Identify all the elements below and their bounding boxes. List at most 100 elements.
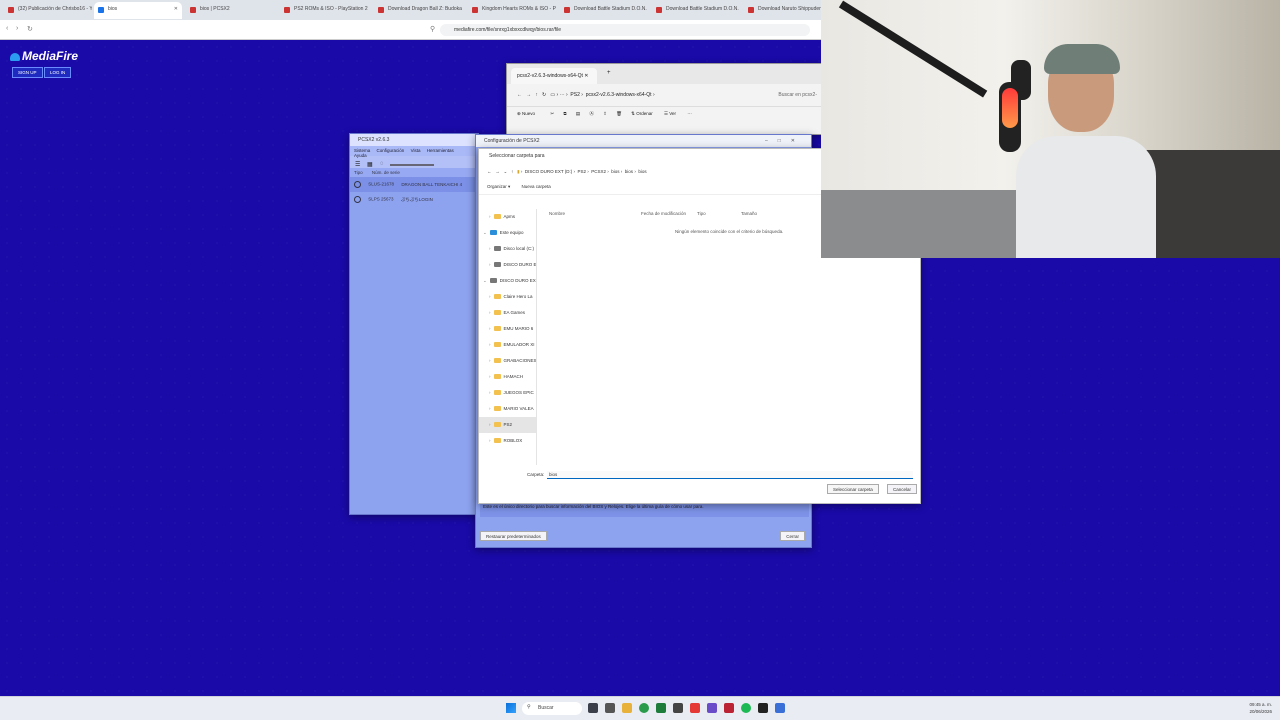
zoom-icon[interactable]: ◌ — [380, 161, 384, 167]
nav-item[interactable]: › Apms — [479, 209, 536, 225]
expand-chevron-icon[interactable]: ⌄ — [483, 230, 487, 235]
nav-item[interactable]: › Disco local (C:) — [479, 241, 536, 257]
close-tab-icon[interactable]: ✕ — [584, 73, 588, 79]
browser-tab[interactable]: Download Naruto Shippuden Ultim — [744, 2, 832, 19]
capcut-icon[interactable] — [673, 703, 683, 713]
browser-tab[interactable]: Download Dragon Ball Z: Budokai Te — [374, 2, 462, 19]
app-icon[interactable] — [724, 703, 734, 713]
browser-tab[interactable]: Download Battle Stadium D.O.N. ROM — [652, 2, 740, 19]
chevron-down-icon[interactable]: ⌄ — [504, 169, 508, 174]
breadcrumb-item[interactable]: bios — [611, 169, 619, 174]
nav-item[interactable]: › HAMACH — [479, 369, 536, 385]
login-button[interactable]: LOG IN — [44, 67, 72, 78]
nav-item[interactable]: › EA Games — [479, 305, 536, 321]
breadcrumb-item[interactable]: bios — [625, 169, 633, 174]
expand-chevron-icon[interactable]: › — [489, 406, 491, 411]
nav-item[interactable]: › GRABACIONES — [479, 353, 536, 369]
view-button[interactable]: ☰ Ver — [664, 111, 676, 116]
nav-item[interactable]: › EMU MARIO 6 — [479, 321, 536, 337]
paste-icon[interactable]: ▤ — [576, 111, 580, 116]
expand-chevron-icon[interactable]: › — [489, 342, 491, 347]
expand-chevron-icon[interactable]: › — [489, 438, 491, 443]
up-icon[interactable]: ↑ — [535, 92, 538, 98]
forward-icon[interactable]: › — [16, 25, 18, 32]
expand-chevron-icon[interactable]: › — [489, 390, 491, 395]
column-serial[interactable]: Núm. de serie — [372, 170, 400, 175]
reload-icon[interactable]: ↻ — [27, 25, 33, 33]
mediafire-logo[interactable]: MediaFire — [10, 49, 78, 63]
nav-item[interactable]: › EMULADOR XI — [479, 337, 536, 353]
expand-chevron-icon[interactable]: ⌄ — [483, 278, 487, 283]
nav-item[interactable]: ⌄ DISCO DURO EX — [479, 273, 536, 289]
browser-tab[interactable]: Kingdom Hearts ROMs & ISO - PS2 G — [468, 2, 556, 19]
task-view-icon[interactable] — [605, 703, 615, 713]
close-button[interactable]: Cerrar — [780, 531, 805, 541]
nav-item[interactable]: › JUEGOS EPIC — [479, 385, 536, 401]
browser-tab[interactable]: PS2 ROMs & ISO - PlayStation 2 Gam — [280, 2, 368, 19]
up-icon[interactable]: ↑ — [511, 169, 513, 174]
refresh-icon[interactable]: ↻ — [542, 92, 546, 98]
back-icon[interactable]: ← — [517, 92, 522, 98]
breadcrumb-item[interactable]: DISCO DURO EXT (D:) — [525, 169, 572, 174]
breadcrumb-item[interactable]: PS2 — [578, 169, 587, 174]
menu-help[interactable]: Ayuda — [354, 153, 367, 158]
excel-icon[interactable] — [656, 703, 666, 713]
forward-icon[interactable]: → — [526, 92, 531, 98]
browser-tab[interactable]: (32) Publicación de Chrisbo16 - YouT — [4, 2, 92, 19]
nav-item[interactable]: › MARIO VALEA — [479, 401, 536, 417]
nav-item[interactable]: › PS2 — [479, 417, 536, 433]
back-icon[interactable]: ‹ — [6, 25, 8, 32]
browser-tab[interactable]: bios | PCSX2 — [186, 2, 274, 19]
rename-icon[interactable]: Ⓐ — [589, 111, 594, 116]
new-tab-icon[interactable]: + — [607, 70, 611, 76]
game-row[interactable]: SLUS-21678 DRAGON BALL TENKAICHI 4 — [350, 177, 478, 192]
chrome-icon[interactable] — [639, 703, 649, 713]
folder-input[interactable]: bios — [547, 471, 913, 479]
menu-view[interactable]: Vista — [411, 148, 421, 153]
copy-icon[interactable]: ⧉ — [563, 111, 566, 116]
column-type[interactable]: Tipo — [354, 170, 363, 175]
expand-chevron-icon[interactable]: › — [489, 358, 491, 363]
site-info-icon[interactable]: ⚲ — [430, 25, 435, 33]
expand-chevron-icon[interactable]: › — [489, 214, 491, 219]
breadcrumb-item[interactable]: pcsx2-v2.6.3-windows-x64-Qt — [586, 92, 652, 98]
delete-icon[interactable]: 🗑 — [616, 111, 622, 116]
nav-item[interactable]: ⌄ Este equipo — [479, 225, 536, 241]
column-size[interactable]: Tamaño — [741, 211, 757, 216]
restore-defaults-button[interactable]: Restaurar predeterminados — [480, 531, 547, 541]
expand-chevron-icon[interactable]: › — [489, 246, 491, 251]
share-icon[interactable]: ⇪ — [603, 111, 607, 116]
close-tab-icon[interactable]: ✕ — [174, 6, 178, 12]
sort-button[interactable]: ⇅ Ordenar — [631, 111, 653, 116]
new-folder-button[interactable]: Nueva carpeta — [522, 184, 551, 189]
url-field[interactable]: mediafire.com/file/snrxg1xbxxcdlwqy/bios… — [440, 24, 810, 36]
column-modified[interactable]: Fecha de modificación — [641, 211, 686, 216]
cancel-button[interactable]: Cancelar — [887, 484, 918, 494]
breadcrumb-item[interactable]: bios — [638, 169, 646, 174]
taskbar-search[interactable]: ⚲ Buscar — [522, 702, 582, 715]
browser-tab[interactable]: Download Battle Stadium D.O.N. ROM — [560, 2, 648, 19]
spotify-icon[interactable] — [741, 703, 751, 713]
expand-chevron-icon[interactable]: › — [489, 310, 491, 315]
column-name[interactable]: Nombre — [549, 211, 565, 216]
expand-chevron-icon[interactable]: › — [489, 422, 491, 427]
breadcrumb-item[interactable]: PCSX2 — [591, 169, 606, 174]
explorer-search[interactable]: Buscar en pcsx2- — [778, 92, 817, 98]
new-button[interactable]: ⊕ Nuevo — [517, 111, 535, 116]
signup-button[interactable]: SIGN UP — [12, 67, 43, 78]
pcsx2-icon[interactable] — [775, 703, 785, 713]
valorant-icon[interactable] — [690, 703, 700, 713]
browser-tab[interactable]: bios ✕ — [94, 2, 182, 19]
expand-chevron-icon[interactable]: › — [489, 262, 491, 267]
window-controls[interactable]: –□✕ — [765, 138, 805, 144]
nav-item[interactable]: › DISCO DURO E — [479, 257, 536, 273]
list-view-icon[interactable]: ☰ — [355, 161, 360, 168]
menu-tools[interactable]: Herramientas — [427, 148, 454, 153]
breadcrumb-item[interactable]: PS2 — [570, 92, 579, 98]
organize-button[interactable]: Organizar ▾ — [487, 184, 510, 189]
column-type[interactable]: Tipo — [697, 211, 706, 216]
widgets-icon[interactable] — [588, 703, 598, 713]
grid-view-icon[interactable]: ▦ — [367, 161, 373, 168]
game-row[interactable]: SLPS 25673 ぷちぷちLOGIN — [350, 192, 478, 207]
select-folder-button[interactable]: Seleccionar carpeta — [827, 484, 879, 494]
